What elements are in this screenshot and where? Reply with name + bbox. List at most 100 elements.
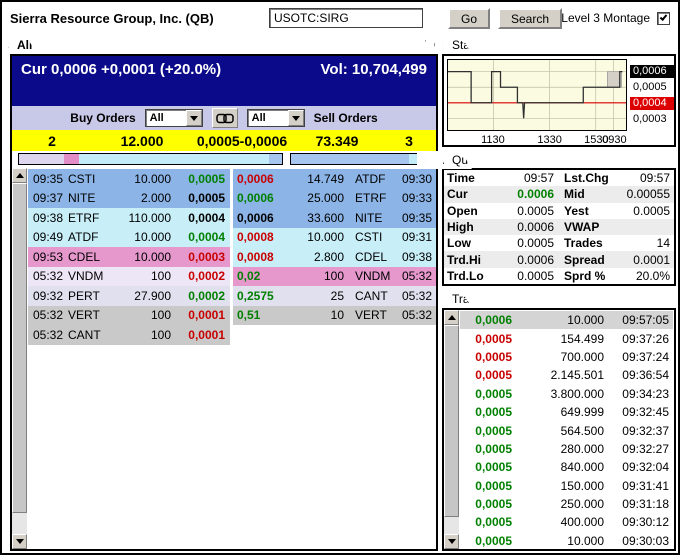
- ask-market-maker: ATDF: [353, 169, 397, 189]
- order-book-row[interactable]: 09:49 ATDF 10.000 0,0004 0,0008 10.000 C…: [28, 227, 436, 247]
- search-button[interactable]: Search: [498, 8, 562, 29]
- trade-row[interactable]: 0,0005 2.145.501 09:36:54: [460, 366, 673, 384]
- bid-size: 27.900: [112, 286, 178, 306]
- bid-price: 0,0002: [178, 266, 230, 286]
- current-price-change: Cur 0,0006 +0,0001 (+20.0%): [21, 61, 222, 78]
- ask-mm-count: 3: [405, 132, 413, 149]
- trade-size: 3.800.000: [550, 386, 604, 401]
- scroll-up-button[interactable]: [12, 168, 27, 183]
- trade-row[interactable]: 0,0005 840.000 09:32:04: [460, 458, 673, 476]
- trade-row[interactable]: 0,0006 10.000 09:57:05: [460, 311, 673, 330]
- trade-row[interactable]: 0,0005 280.000 09:32:27: [460, 440, 673, 458]
- trade-row[interactable]: 0,0005 400.000 09:30:12: [460, 513, 673, 531]
- trade-row[interactable]: 0,0005 700.000 09:37:24: [460, 348, 673, 366]
- chevron-down-icon[interactable]: [287, 110, 304, 126]
- bid-time: 09:38: [28, 208, 66, 228]
- montage-checkbox-label: Level 3 Montage: [561, 11, 650, 25]
- bid-price: 0,0001: [178, 325, 230, 345]
- quote-value: 09:57: [523, 171, 554, 186]
- quote-label: High: [447, 219, 474, 234]
- level3-montage-toggle: Level 3 Montage: [561, 11, 670, 25]
- ask-size: 25: [283, 286, 353, 306]
- trade-row[interactable]: 0,0005 150.000 09:31:41: [460, 477, 673, 495]
- bid-market-maker: ETRF: [66, 208, 112, 228]
- bid-size: 110.000: [112, 208, 178, 228]
- trade-size: 2.145.501: [550, 368, 604, 383]
- order-book-row[interactable]: 05:32 VERT 100 0,0001 0,51 10 VERT 05:32: [28, 305, 436, 325]
- scroll-down-button[interactable]: [444, 534, 459, 549]
- ask-price: 0,0006: [233, 169, 283, 189]
- montage-panel: Cur 0,0006 +0,0001 (+20.0%) Vol: 10,704,…: [10, 54, 438, 551]
- trade-size: 10.000: [567, 313, 604, 328]
- trade-row[interactable]: 0,0005 649.999 09:32:45: [460, 403, 673, 421]
- bid-time: 09:53: [28, 247, 66, 267]
- trade-row[interactable]: 0,0005 250.000 09:31:18: [460, 495, 673, 513]
- ask-time: [397, 325, 436, 345]
- trade-row[interactable]: 0,0005 564.500 09:32:37: [460, 421, 673, 439]
- bid-time: 05:32: [28, 325, 66, 345]
- ask-size: [283, 325, 353, 345]
- trade-time: 09:30:03: [622, 533, 669, 548]
- trade-row[interactable]: 0,0005 10.000 09:30:03: [460, 532, 673, 550]
- bid-time: 05:32: [28, 305, 66, 325]
- montage-checkbox[interactable]: [657, 11, 670, 25]
- order-book-row[interactable]: 05:32 VNDM 100 0,0002 0,02 100 VNDM 05:3…: [28, 266, 436, 286]
- trade-size: 840.000: [560, 460, 604, 475]
- trade-price: 0,0005: [475, 349, 512, 364]
- check-icon: [659, 12, 668, 21]
- ask-size: 33.600: [283, 208, 353, 228]
- trade-row[interactable]: 0,0005 3.800.000 09:34:23: [460, 385, 673, 403]
- sell-filter-select[interactable]: All: [246, 109, 305, 127]
- scrollbar-thumb[interactable]: [12, 183, 27, 513]
- order-book-row[interactable]: 09:38 ETRF 110.000 0,0004 0,0006 33.600 …: [28, 208, 436, 228]
- order-book-scrollbar[interactable]: [12, 168, 27, 549]
- ask-price: 0,0008: [233, 247, 283, 267]
- ask-depth-bar: [289, 153, 427, 165]
- bid-size: 100: [112, 305, 178, 325]
- bid-price: 0,0005: [178, 169, 230, 189]
- y-axis-tick: 0,0003: [633, 112, 667, 125]
- bid-market-maker: ATDF: [66, 227, 112, 247]
- scroll-up-button[interactable]: [444, 310, 459, 325]
- ask-time: 05:32: [397, 305, 436, 325]
- trade-price: 0,0005: [475, 515, 512, 530]
- order-book-row[interactable]: 09:53 CDEL 10.000 0,0003 0,0008 2.800 CD…: [28, 247, 436, 267]
- total-ask-size: 73.349: [315, 132, 359, 149]
- bid-time: 09:35: [28, 169, 66, 189]
- ask-price: 0,0006: [233, 188, 283, 208]
- quote-value: 0.0005: [517, 236, 554, 251]
- level3-montage-window: Sierra Resource Group, Inc. (QB) Go Sear…: [0, 0, 680, 555]
- ticker-input[interactable]: [269, 8, 423, 28]
- y-axis-tick: 0,0006: [630, 64, 674, 78]
- x-axis-tick: 1130: [481, 134, 505, 146]
- quote-value: 0.0006: [517, 187, 554, 202]
- quote-label: Open: [447, 203, 478, 218]
- bid-price: 0,0004: [178, 227, 230, 247]
- inside-quote-bar: 2 12.000 0,0005-0,0006 73.349 3: [12, 130, 436, 151]
- order-book-row[interactable]: 05:32 CANT 100 0,0001: [28, 325, 436, 345]
- order-book-row[interactable]: 09:37 NITE 2.000 0,0005 0,0006 25.000 ET…: [28, 188, 436, 208]
- order-book-row[interactable]: 09:35 CSTI 10.000 0,0005 0,0006 14.749 A…: [28, 169, 436, 189]
- link-filters-button[interactable]: [211, 108, 238, 128]
- buy-filter-select[interactable]: All: [144, 109, 203, 127]
- depth-segment: [268, 154, 282, 164]
- chain-link-icon: [215, 113, 234, 123]
- trade-time: 09:34:23: [622, 386, 669, 401]
- trade-row[interactable]: 0,0005 154.499 09:37:26: [460, 329, 673, 347]
- quote-value: 0.0001: [633, 252, 670, 267]
- trades-scrollbar[interactable]: [444, 310, 459, 549]
- quote-info-panel: Time 09:57 Lst.Chg 09:57 Cur 0.0006 Mid …: [442, 168, 676, 286]
- order-book-row[interactable]: 09:32 PERT 27.900 0,0002 0,2575 25 CANT …: [28, 286, 436, 306]
- trade-time: 09:32:45: [622, 405, 669, 420]
- depth-segment: [79, 154, 269, 164]
- bid-market-maker: CDEL: [66, 247, 112, 267]
- trades-rows: 0,0006 10.000 09:57:05 0,0005 154.499 09…: [460, 311, 673, 550]
- trade-size: 280.000: [560, 441, 604, 456]
- trade-price: 0,0005: [475, 368, 512, 383]
- chevron-down-icon[interactable]: [185, 110, 202, 126]
- scrollbar-thumb[interactable]: [444, 325, 459, 517]
- price-header: Cur 0,0006 +0,0001 (+20.0%) Vol: 10,704,…: [12, 56, 436, 106]
- quote-row: Open 0.0005 Yest 0.0005: [444, 203, 674, 219]
- go-button[interactable]: Go: [448, 8, 490, 29]
- scroll-down-button[interactable]: [12, 534, 27, 549]
